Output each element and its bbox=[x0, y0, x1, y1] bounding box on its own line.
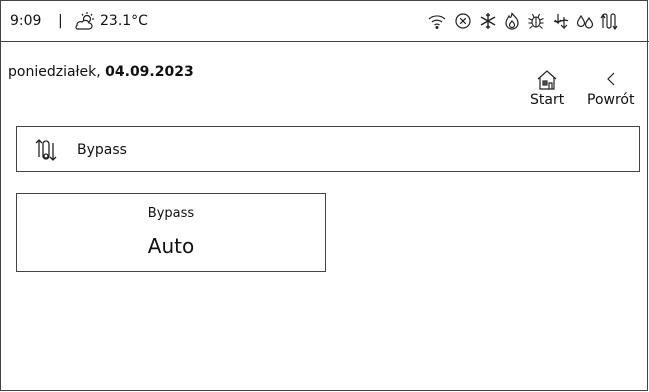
bypass-section-header[interactable]: Bypass bbox=[16, 126, 640, 172]
snowflake-icon bbox=[480, 13, 496, 29]
weekday: poniedziałek, bbox=[8, 64, 106, 80]
temperature-reading: 23.1°C bbox=[100, 13, 148, 29]
start-button[interactable]: Start bbox=[530, 68, 564, 108]
back-button[interactable]: Powrót bbox=[587, 68, 634, 108]
flame-icon bbox=[505, 12, 519, 30]
bypass-icon bbox=[35, 139, 57, 161]
bypass-mode-tile[interactable]: Bypass Auto bbox=[16, 193, 326, 272]
section-title: Bypass bbox=[77, 142, 127, 158]
date-display: poniedziałek, 04.09.2023 bbox=[8, 64, 194, 80]
start-label: Start bbox=[530, 92, 565, 108]
back-label: Powrót bbox=[587, 92, 635, 108]
tile-value: Auto bbox=[147, 234, 195, 258]
clock: 9:09 bbox=[10, 13, 42, 29]
chevron-left-icon bbox=[606, 72, 615, 86]
circle-x-icon bbox=[455, 13, 471, 29]
status-bar: 9:09 | 23.1°C bbox=[0, 0, 649, 42]
bypass-icon bbox=[600, 13, 618, 30]
status-separator: | bbox=[58, 13, 63, 29]
drops-icon bbox=[576, 14, 594, 29]
tile-title: Bypass bbox=[147, 206, 195, 221]
home-icon bbox=[537, 70, 557, 90]
wifi-icon bbox=[428, 15, 446, 30]
date: 04.09.2023 bbox=[105, 64, 194, 80]
weather-partly-cloudy-icon bbox=[75, 12, 94, 30]
bug-icon bbox=[528, 13, 544, 29]
bypass-arrows-icon bbox=[553, 14, 569, 30]
